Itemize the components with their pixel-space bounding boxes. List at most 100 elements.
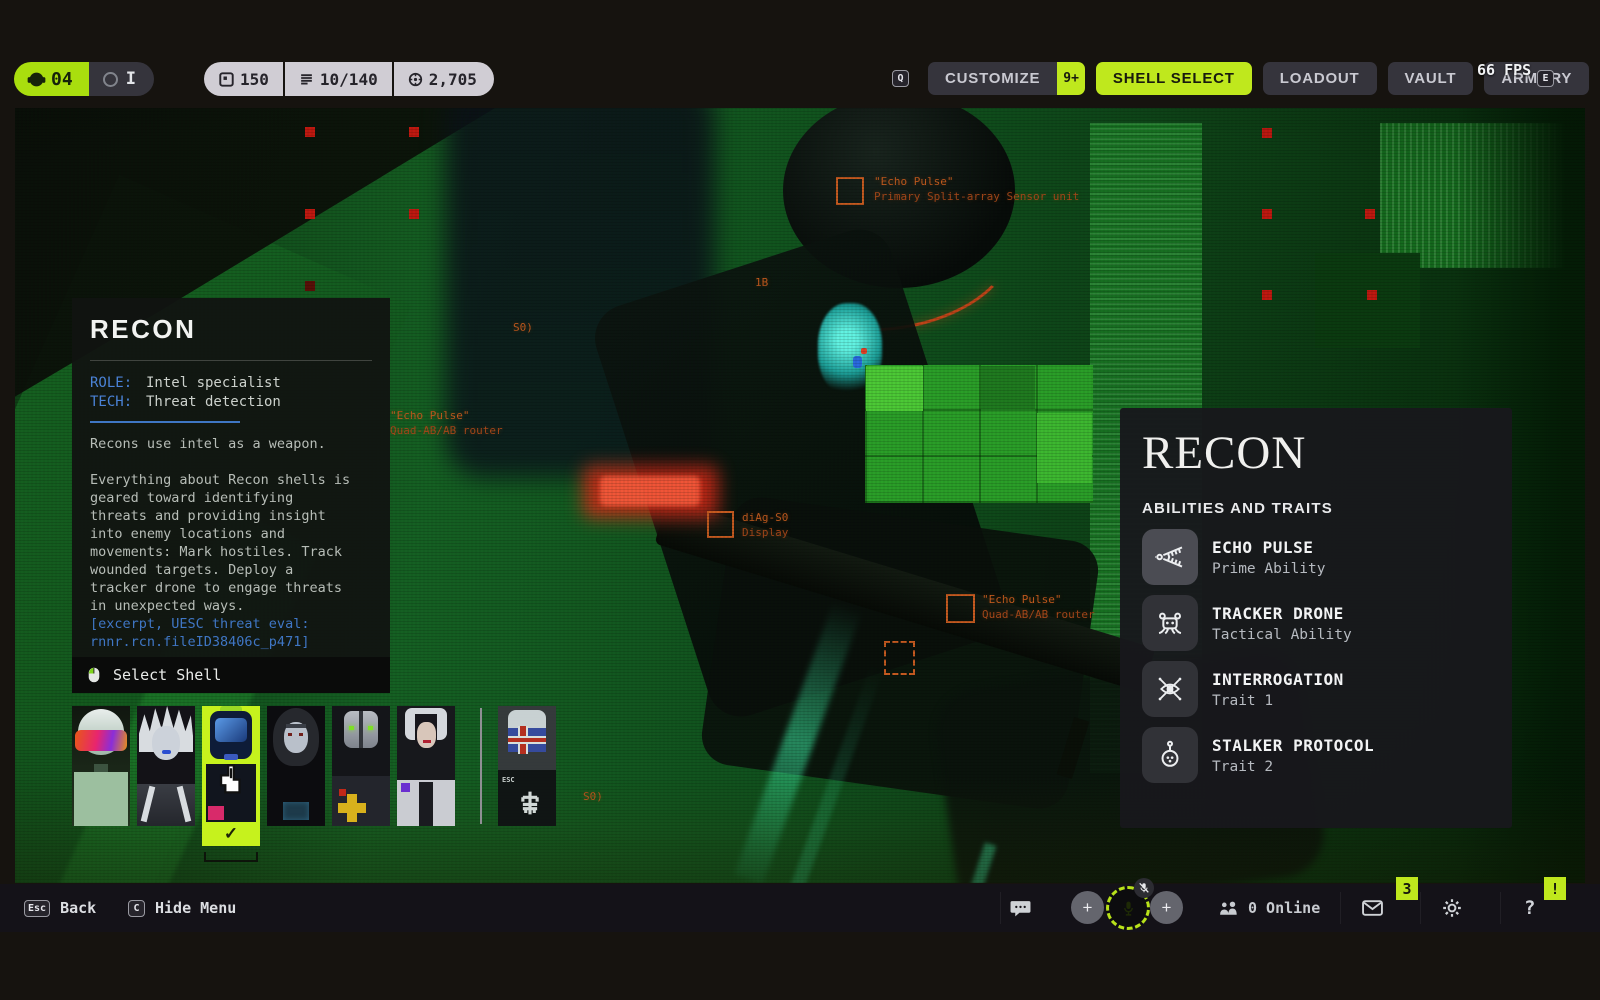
tracker-drone-icon	[1154, 607, 1186, 639]
ability-name: ECHO PULSE	[1212, 538, 1326, 557]
back-label: Back	[60, 899, 96, 917]
role-row: ROLE:Intel specialist	[90, 374, 372, 393]
stat-chips: 150 10/140 2,705	[204, 62, 494, 96]
role-value: Intel specialist	[146, 375, 281, 391]
settings-button[interactable]	[1442, 884, 1462, 932]
stat-value: 10/140	[320, 70, 378, 89]
abilities-subtitle: ABILITIES AND TRAITS	[1142, 500, 1490, 517]
abilities-panel: RECON ABILITIES AND TRAITS ECHO PULSE Pr…	[1120, 408, 1512, 828]
stat-value: 150	[240, 70, 269, 89]
bot-head-icon	[27, 70, 46, 89]
shell-thumb-2[interactable]	[137, 706, 195, 826]
tab-customize[interactable]: CUSTOMIZE	[928, 62, 1057, 95]
ability-name: TRACKER DRONE	[1212, 604, 1352, 623]
slot-circle-icon	[103, 72, 118, 87]
squad-slot: I	[89, 62, 154, 96]
alert-badge: !	[1544, 877, 1566, 900]
hide-menu-button[interactable]: C Hide Menu	[128, 884, 236, 932]
ability-name: STALKER PROTOCOL	[1212, 736, 1374, 755]
voice-volume-up-button[interactable]: +	[1150, 891, 1183, 924]
tab-shell-select[interactable]: SHELL SELECT	[1096, 62, 1252, 95]
thumb-art	[74, 772, 128, 826]
squad-pill: 04 I	[14, 62, 154, 96]
bottom-bar-separator	[1500, 892, 1501, 924]
thumb-row-divider	[480, 708, 482, 824]
mail-button[interactable]	[1362, 884, 1383, 932]
select-shell-button[interactable]: Select Shell	[72, 657, 390, 693]
thumb-art	[423, 740, 431, 743]
blue-divider	[90, 421, 240, 423]
shell-thumb-1[interactable]	[72, 706, 130, 826]
mouse-left-click-icon	[88, 667, 100, 683]
shell-title: RECON	[90, 314, 372, 345]
thumb-art	[162, 750, 171, 754]
shell-thumb-ghost[interactable]: ESC	[498, 706, 556, 826]
voice-volume-down-button[interactable]: +	[1071, 891, 1104, 924]
back-button[interactable]: Esc Back	[24, 884, 96, 932]
thumb-art	[224, 754, 238, 760]
bottom-bar: Esc Back C Hide Menu + + 0 Online ?	[0, 884, 1600, 932]
slot-label: I	[126, 69, 136, 89]
mic-icon	[1121, 900, 1136, 917]
shell-thumb-5[interactable]	[332, 706, 390, 826]
echo-pulse-icon	[1154, 541, 1186, 573]
shell-thumb-4[interactable]	[267, 706, 325, 826]
cursor-hand-icon	[218, 764, 244, 798]
tech-value: Threat detection	[146, 394, 281, 410]
ability-type: Trait 1	[1212, 693, 1344, 709]
squad-count: 04	[14, 62, 89, 96]
thumb-art	[508, 736, 546, 744]
shell-description: Everything about Recon shells is geared …	[90, 471, 352, 615]
shell-thumb-6[interactable]	[397, 706, 455, 826]
ability-type: Trait 2	[1212, 759, 1374, 775]
stat-chip-ammo: 10/140	[285, 62, 392, 96]
thumb-art	[94, 764, 108, 772]
thumb-art	[208, 806, 224, 820]
chat-button[interactable]	[1010, 884, 1031, 932]
bottom-bar-separator	[1000, 892, 1001, 924]
mic-muted-icon	[1138, 882, 1150, 894]
thumb-art	[401, 783, 410, 792]
ghost-esc-label: ESC	[502, 776, 515, 784]
thumb-art	[359, 711, 363, 748]
stat-value: 2,705	[429, 70, 477, 89]
thumb-art	[286, 724, 306, 728]
tab-vault[interactable]: VAULT	[1388, 62, 1474, 95]
thumb-art	[288, 733, 292, 736]
squad-number: 04	[51, 69, 73, 90]
hide-menu-label: Hide Menu	[155, 899, 236, 917]
stat-chip-credits: 2,705	[394, 62, 494, 96]
thumb-art	[152, 726, 180, 760]
credits-stat-icon	[408, 72, 423, 87]
ability-row-echo-pulse[interactable]: ECHO PULSE Prime Ability	[1142, 529, 1490, 585]
tab-loadout[interactable]: LOADOUT	[1263, 62, 1377, 95]
shell-info-panel: RECON ROLE:Intel specialist TECH:Threat …	[72, 298, 390, 693]
ability-row-tracker-drone[interactable]: TRACKER DRONE Tactical Ability	[1142, 595, 1490, 651]
divider	[90, 360, 372, 361]
ability-row-stalker-protocol[interactable]: STALKER PROTOCOL Trait 2	[1142, 727, 1490, 783]
thumb-art	[75, 730, 127, 751]
ability-type: Tactical Ability	[1212, 627, 1352, 643]
thumb-art	[417, 722, 436, 748]
shell-thumb-3-selected[interactable]: ✓	[202, 706, 260, 846]
ghost-rune-glyph	[520, 790, 540, 816]
help-button[interactable]: ?	[1524, 884, 1535, 932]
thumb-art	[338, 794, 366, 822]
tech-label: TECH:	[90, 393, 146, 412]
thumb-art	[283, 802, 309, 820]
bottom-bar-separator	[1340, 892, 1341, 924]
c-key-hint: C	[128, 900, 145, 917]
thumb-art	[215, 718, 247, 742]
stalker-protocol-icon	[1154, 739, 1186, 771]
chat-bubble-icon	[1010, 900, 1031, 917]
esc-key-hint: Esc	[24, 900, 50, 917]
fps-counter: 66 FPS	[1477, 61, 1531, 79]
selected-check-icon: ✓	[202, 824, 260, 844]
thumb-art	[419, 782, 433, 826]
role-label: ROLE:	[90, 374, 146, 393]
mic-muted-badge	[1134, 878, 1154, 898]
bottom-bar-separator	[1420, 892, 1421, 924]
ability-row-interrogation[interactable]: INTERROGATION Trait 1	[1142, 661, 1490, 717]
thumb-art	[368, 726, 373, 730]
stat-chip-armor: 150	[204, 62, 283, 96]
